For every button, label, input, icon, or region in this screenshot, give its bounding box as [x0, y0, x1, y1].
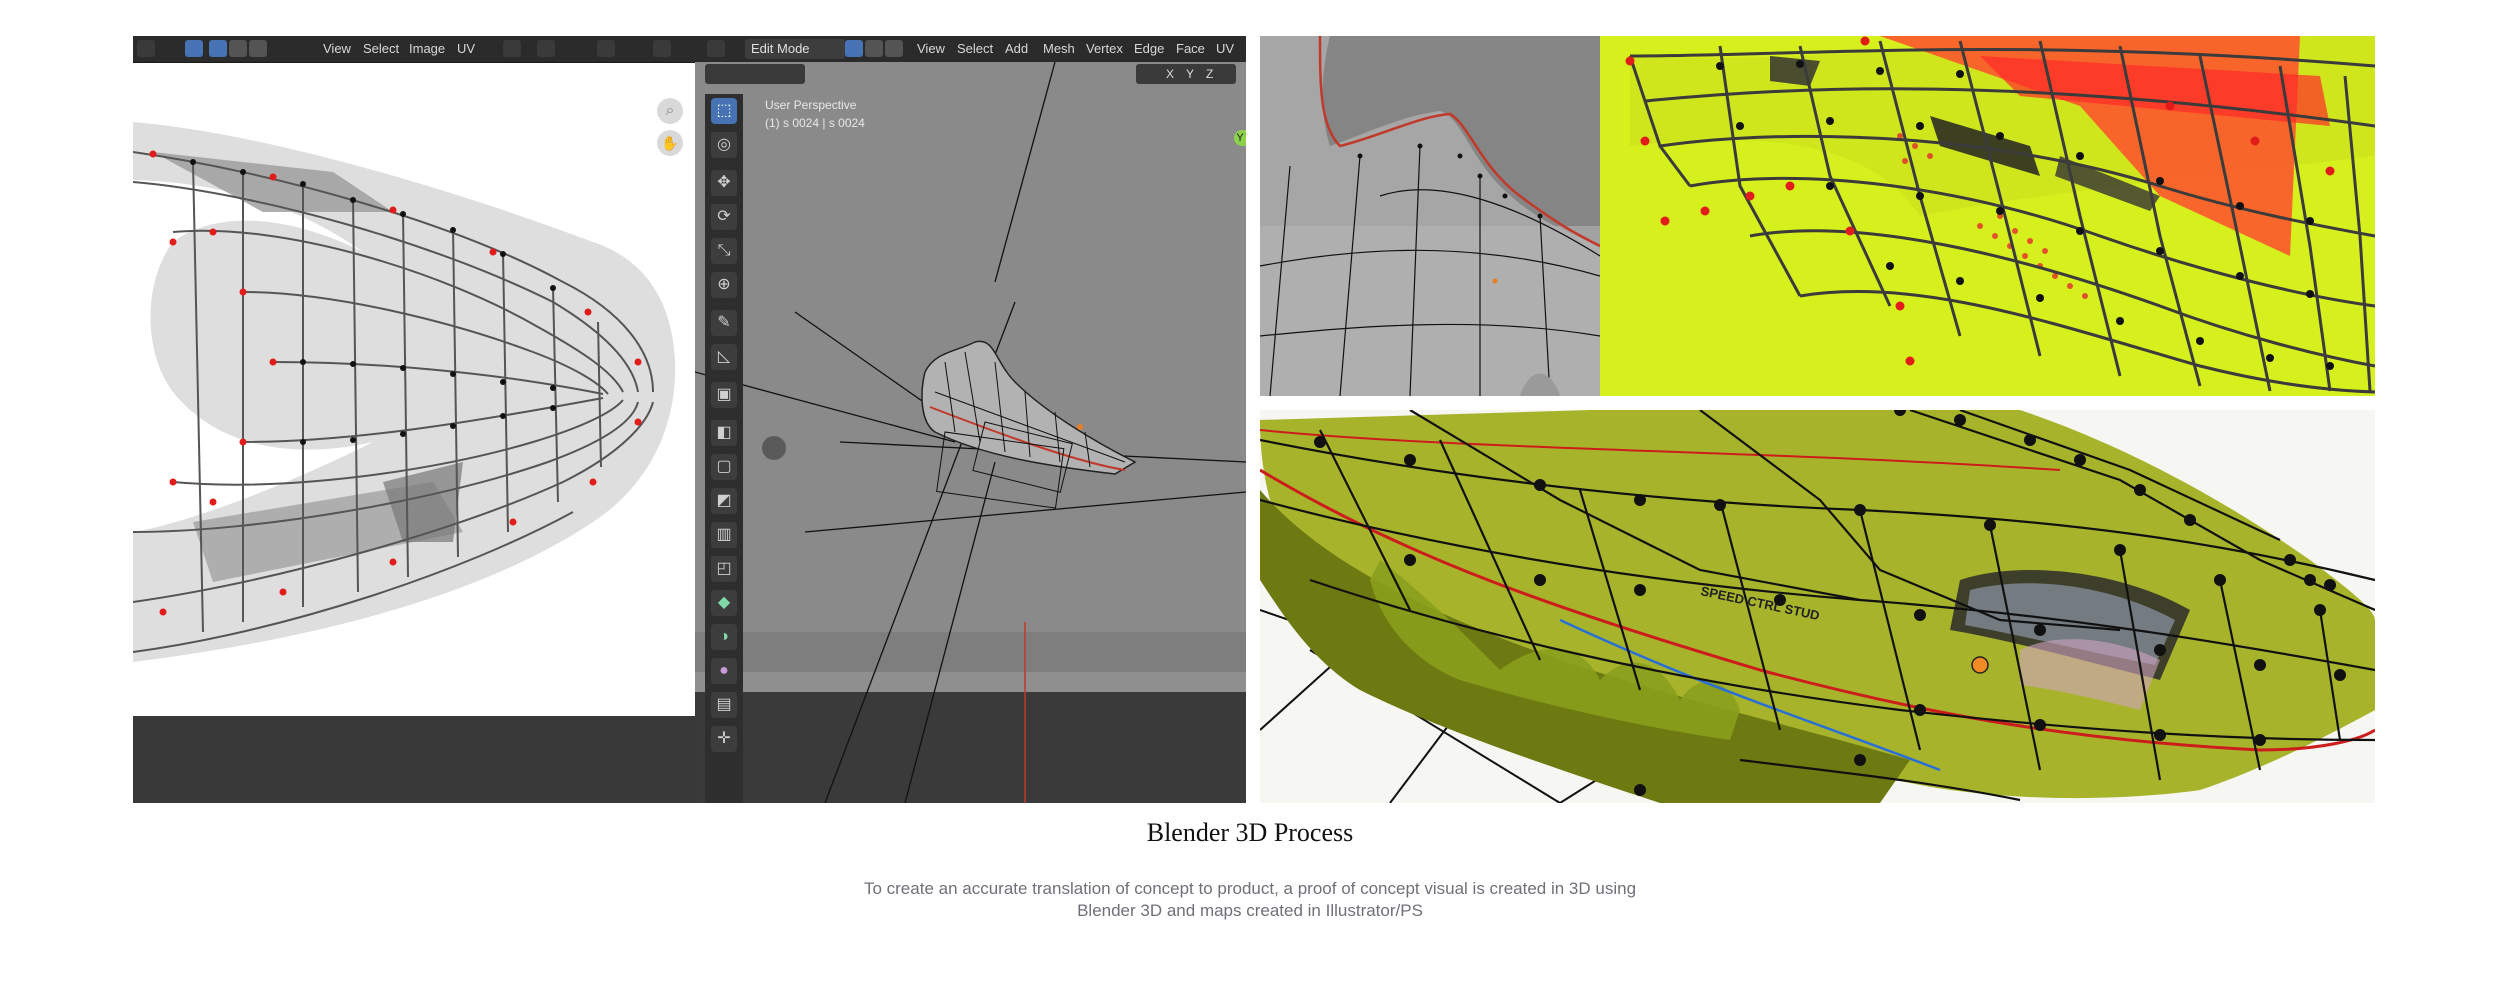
measure-icon[interactable]: ◺ [711, 344, 737, 370]
transform-icon[interactable]: ⊕ [711, 272, 737, 298]
inset-icon[interactable]: ▢ [711, 454, 737, 480]
menu-edge[interactable]: Edge [1134, 41, 1164, 56]
menu-face[interactable]: Face [1176, 41, 1205, 56]
edge-select-icon[interactable] [229, 40, 247, 57]
proportional-edit-icon[interactable] [597, 40, 615, 57]
menu-view[interactable]: View [323, 41, 351, 56]
object-info-label: (1) s 0024 | s 0024 [765, 116, 865, 130]
menu-view[interactable]: View [917, 41, 945, 56]
menu-uv[interactable]: UV [457, 41, 475, 56]
scale-icon[interactable]: ⤡ [711, 238, 737, 264]
collapse-handle-icon[interactable] [762, 436, 786, 460]
uv-sync-icon[interactable] [185, 40, 203, 57]
axis-x-toggle[interactable]: X [1166, 64, 1174, 84]
uv-editor-bottom-bar [133, 716, 695, 803]
select-mode-bar[interactable] [705, 64, 805, 84]
viewport-canvas[interactable] [695, 62, 1246, 803]
face-select-icon[interactable] [885, 40, 903, 57]
uv-editor-panel[interactable]: View Select Image UV ⌕ ✋ [133, 36, 695, 803]
bevel-icon[interactable]: ◩ [711, 488, 737, 514]
caption-title: Blender 3D Process [1146, 818, 1354, 847]
axis-y-toggle[interactable]: Y [1186, 64, 1194, 84]
menu-add[interactable]: Add [1005, 41, 1028, 56]
edge-select-icon[interactable] [865, 40, 883, 57]
mode-dropdown[interactable]: Edit Mode [745, 39, 845, 59]
mirror-axis-bar: X Y Z [1136, 64, 1236, 84]
smooth-icon[interactable]: ● [711, 658, 737, 684]
vertex-select-icon[interactable] [845, 40, 863, 57]
add-cube-icon[interactable]: ▣ [711, 382, 737, 408]
caption-body: To create an accurate translation of con… [863, 879, 1637, 920]
vertex-select-icon[interactable] [209, 40, 227, 57]
menu-select[interactable]: Select [363, 41, 399, 56]
knife-icon[interactable]: ◰ [711, 556, 737, 582]
view-perspective-label: User Perspective [765, 98, 857, 112]
editor-type-icon[interactable] [137, 40, 155, 57]
cursor-icon[interactable]: ◎ [711, 132, 737, 158]
menu-image[interactable]: Image [409, 41, 445, 56]
menu-vertex[interactable]: Vertex [1086, 41, 1123, 56]
toolbar: ⬚ ◎ ✥ ⟳ ⤡ ⊕ ✎ ◺ ▣ ◧ ▢ ◩ ▥ ◰ ◆ ◑ ● ▤ ✛ [705, 94, 743, 803]
poly-build-icon[interactable]: ◆ [711, 590, 737, 616]
axis-gizmo-y[interactable]: Y [1234, 130, 1246, 146]
shear-icon[interactable]: ✛ [711, 726, 737, 752]
render-closeup-panel: SPEED CTRL STUD [1260, 410, 2375, 803]
render-closeup-image: SPEED CTRL STUD [1260, 410, 2375, 803]
move-icon[interactable]: ✥ [711, 170, 737, 196]
menu-select[interactable]: Select [957, 41, 993, 56]
select-box-icon[interactable]: ⬚ [711, 98, 737, 124]
axis-z-toggle[interactable]: Z [1206, 64, 1213, 84]
pan-hand-icon[interactable]: ✋ [657, 130, 683, 156]
uv-editor-header: View Select Image UV [133, 36, 695, 63]
3d-viewport-panel[interactable]: Edit Mode View Select Add Mesh Vertex Ed… [695, 36, 1246, 803]
image-browse-icon[interactable] [653, 40, 671, 57]
snap-icon[interactable] [537, 40, 555, 57]
uv-texture-closeup-panel [1600, 36, 2375, 396]
wireframe-closeup-panel [1260, 36, 1600, 396]
extrude-icon[interactable]: ◧ [711, 420, 737, 446]
uv-canvas[interactable] [133, 62, 695, 742]
spin-icon[interactable]: ◑ [711, 624, 737, 650]
menu-mesh[interactable]: Mesh [1043, 41, 1075, 56]
shrink-fatten-icon[interactable]: ▤ [711, 692, 737, 718]
editor-type-icon[interactable] [707, 40, 725, 57]
loop-cut-icon[interactable]: ▥ [711, 522, 737, 548]
rotate-icon[interactable]: ⟳ [711, 204, 737, 230]
menu-uv[interactable]: UV [1216, 41, 1234, 56]
wireframe-closeup-image [1260, 36, 1600, 396]
uv-texture-closeup-image [1600, 36, 2375, 396]
zoom-icon[interactable]: ⌕ [657, 98, 683, 124]
annotate-icon[interactable]: ✎ [711, 310, 737, 336]
face-select-icon[interactable] [249, 40, 267, 57]
pivot-icon[interactable] [503, 40, 521, 57]
viewport-header: Edit Mode View Select Add Mesh Vertex Ed… [695, 36, 1246, 62]
